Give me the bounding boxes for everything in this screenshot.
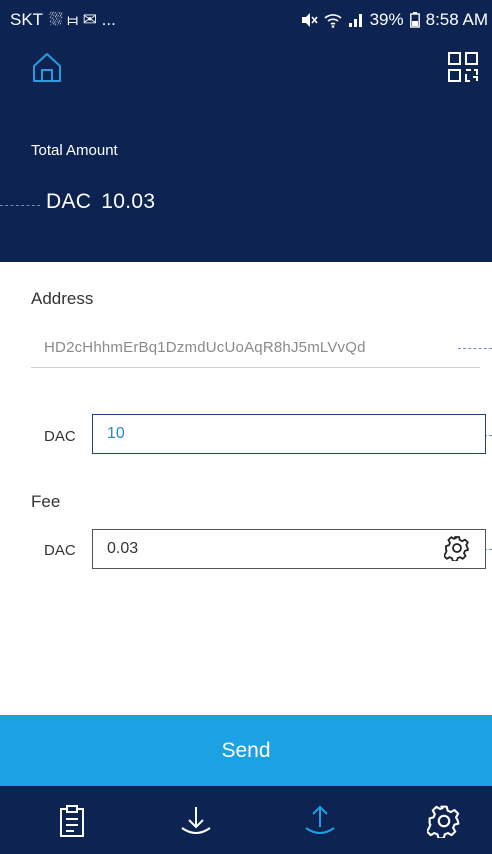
- address-field[interactable]: HD2cHhhmErBq1DzmdUcUoAqR8hJ5mLVvQd: [44, 339, 366, 356]
- address-title: Address: [31, 289, 94, 308]
- gear-icon: [443, 536, 469, 563]
- amount-unit-label: DAC: [44, 428, 76, 445]
- tab-send[interactable]: [303, 804, 337, 838]
- fee-settings-button[interactable]: [443, 535, 470, 563]
- wifi-icon: [324, 14, 342, 28]
- status-bar: SKT ⛆ ⧦ ✉ ... 39% 8:58 AM: [0, 0, 492, 40]
- callout-line-address: [458, 348, 492, 349]
- status-time: 8:58 AM: [425, 10, 488, 29]
- fee-input-value: 0.03: [107, 540, 139, 557]
- total-amount-value: 10.03: [101, 190, 156, 213]
- download-icon: [181, 807, 211, 834]
- balance-summary: Total Amount DAC 10.03: [0, 98, 492, 262]
- amount-input-value: 10: [107, 425, 125, 442]
- carrier-label: SKT: [10, 10, 44, 29]
- fee-unit-label: DAC: [44, 542, 76, 559]
- mute-icon: [301, 13, 318, 27]
- tab-receive[interactable]: [179, 804, 213, 838]
- address-underline: [31, 367, 480, 368]
- settings-gear-icon: [425, 805, 460, 840]
- send-button[interactable]: Send: [0, 715, 492, 786]
- fee-input[interactable]: 0.03: [92, 529, 486, 569]
- tab-history[interactable]: [55, 804, 89, 838]
- amount-input[interactable]: 10: [92, 414, 486, 454]
- battery-percent: 39%: [369, 10, 404, 29]
- signal-icon: [348, 14, 362, 27]
- home-button[interactable]: [30, 50, 64, 84]
- callout-line-total: [0, 205, 40, 206]
- bottom-tab-bar: [0, 786, 492, 854]
- clipboard-icon: [60, 805, 84, 837]
- home-icon: [33, 53, 61, 82]
- fee-title: Fee: [31, 492, 61, 511]
- upload-icon: [305, 805, 335, 834]
- total-amount-label: Total Amount: [31, 142, 118, 159]
- qr-scan-button[interactable]: [446, 50, 480, 84]
- status-left: SKT ⛆ ⧦ ✉ ...: [10, 10, 116, 30]
- total-amount: DAC 10.03: [46, 190, 155, 214]
- app-header: [0, 40, 492, 98]
- total-amount-unit: DAC: [46, 190, 92, 213]
- battery-icon: [409, 12, 420, 28]
- tab-settings[interactable]: [425, 804, 461, 840]
- status-right: 39% 8:58 AM: [300, 10, 488, 30]
- notification-icons: ⛆ ⧦ ✉ ...: [49, 10, 116, 29]
- qr-code-icon: [448, 52, 478, 82]
